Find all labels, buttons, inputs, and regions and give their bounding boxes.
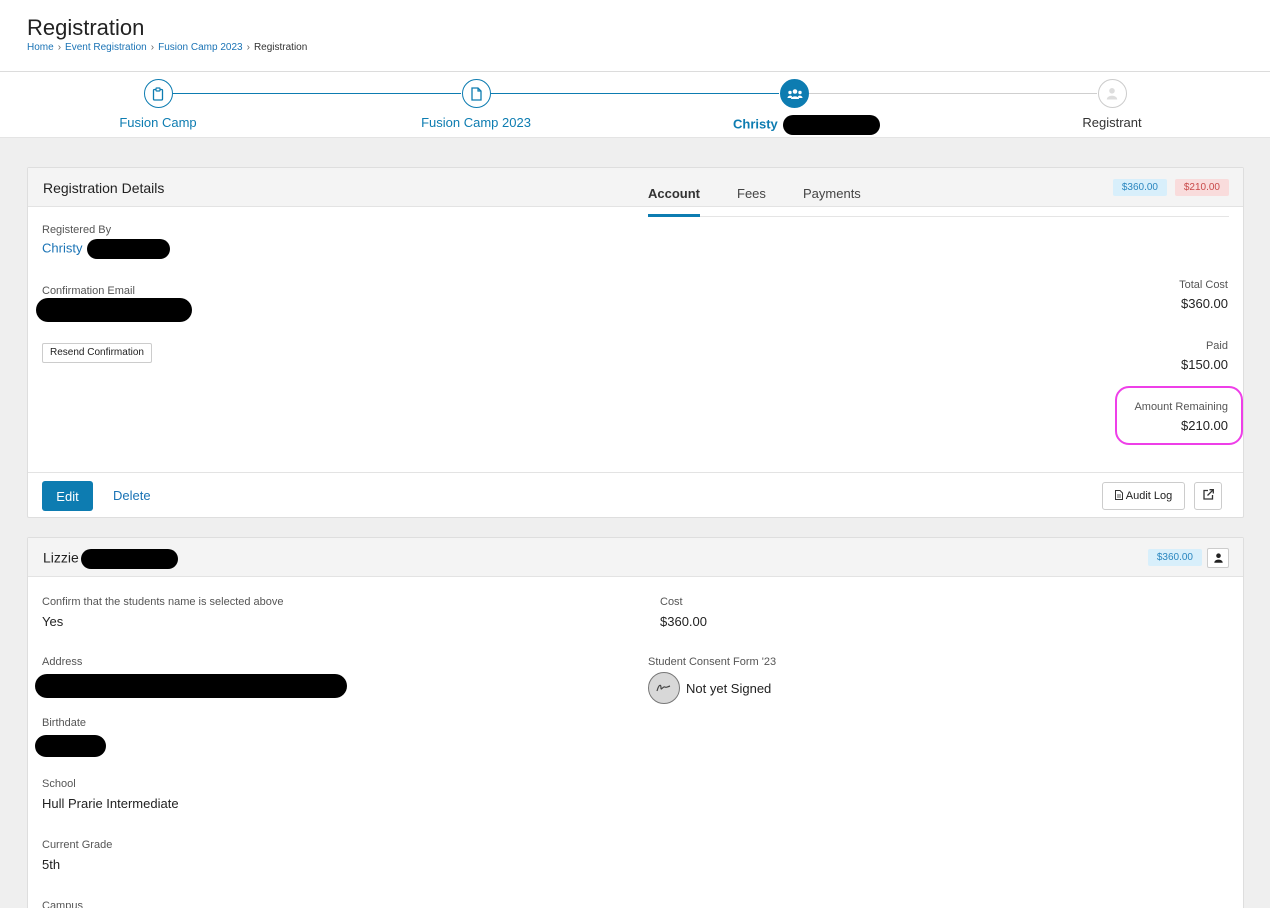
breadcrumb: Home › Event Registration › Fusion Camp … xyxy=(27,42,307,53)
breadcrumb-chevron-icon: › xyxy=(246,42,250,53)
breadcrumb-event-registration[interactable]: Event Registration xyxy=(65,42,147,53)
grade-value: 5th xyxy=(42,857,61,872)
step-label-text: Christy xyxy=(733,116,778,132)
tab-payments[interactable]: Payments xyxy=(803,186,861,217)
cost-badge: $360.00 xyxy=(1147,549,1202,566)
cost-value: $360.00 xyxy=(660,614,707,629)
breadcrumb-chevron-icon: › xyxy=(57,42,62,53)
step-fusion-camp[interactable]: Fusion Camp xyxy=(68,79,248,130)
page-title: Registration xyxy=(27,15,145,40)
audit-log-button[interactable]: Audit Log xyxy=(1102,482,1185,510)
panel-footer: Edit Delete Audit Log xyxy=(28,472,1243,518)
person-button[interactable] xyxy=(1207,548,1229,568)
school-label: School xyxy=(42,778,76,790)
step-christy[interactable]: Christy xyxy=(704,79,904,135)
registrant-first-name: Lizzie xyxy=(43,549,79,566)
group-icon xyxy=(780,79,809,108)
resend-confirmation-button[interactable]: Resend Confirmation xyxy=(42,343,152,363)
redacted-name xyxy=(783,115,881,135)
clipboard-icon xyxy=(143,79,173,108)
breadcrumb-current: Registration xyxy=(253,42,308,53)
paid-value: $150.00 xyxy=(1181,357,1228,372)
registered-by-label: Registered By xyxy=(42,224,112,236)
step-fusion-camp-2023[interactable]: Fusion Camp 2023 xyxy=(386,79,566,130)
confirmation-email-label: Confirmation Email xyxy=(42,285,135,297)
redacted-address xyxy=(35,674,347,698)
total-cost-label: Total Cost xyxy=(1179,279,1228,291)
external-link-button[interactable] xyxy=(1194,482,1222,510)
progress-stepper: Fusion Camp Fusion Camp 2023 Christy Reg… xyxy=(0,72,1270,138)
paid-label: Paid xyxy=(1205,340,1228,352)
breadcrumb-home[interactable]: Home xyxy=(27,42,54,53)
tab-account[interactable]: Account xyxy=(648,186,700,217)
edit-button[interactable]: Edit xyxy=(42,481,93,511)
amount-remaining-highlight xyxy=(1115,386,1243,445)
details-tabs: Account Fees Payments xyxy=(648,183,1229,217)
person-icon xyxy=(1097,79,1127,108)
redacted-name xyxy=(87,239,171,259)
registration-details-panel: Registration Details $360.00 $210.00 Reg… xyxy=(27,167,1244,518)
step-registrant[interactable]: Registrant xyxy=(1022,79,1202,130)
file-icon xyxy=(1114,489,1123,503)
grade-label: Current Grade xyxy=(42,839,113,851)
step-label: Fusion Camp 2023 xyxy=(421,115,531,130)
panel-header: Lizzie $360.00 xyxy=(28,538,1243,577)
step-label: Registrant xyxy=(1082,115,1142,130)
document-icon xyxy=(461,79,491,108)
panel-title: Registration Details xyxy=(43,180,165,196)
confirm-student-value: Yes xyxy=(42,614,64,629)
registered-by-value: Christy xyxy=(42,239,171,259)
consent-form-label: Student Consent Form '23 xyxy=(648,656,777,668)
breadcrumb-fusion-camp-2023[interactable]: Fusion Camp 2023 xyxy=(158,42,243,53)
cost-label: Cost xyxy=(660,596,683,608)
breadcrumb-chevron-icon: › xyxy=(150,42,155,53)
registrant-name: Lizzie xyxy=(43,549,178,569)
total-cost-value: $360.00 xyxy=(1181,296,1228,311)
consent-form-status: Not yet Signed xyxy=(686,681,772,696)
birthdate-label: Birthdate xyxy=(42,717,87,729)
page-header: Registration Home › Event Registration ›… xyxy=(0,0,1270,72)
redacted-name xyxy=(80,549,178,569)
address-label: Address xyxy=(42,656,83,668)
campus-label: Campus xyxy=(42,900,83,908)
step-label: Christy xyxy=(704,115,904,135)
redacted-email xyxy=(36,298,192,322)
school-value: Hull Prarie Intermediate xyxy=(42,796,179,811)
person-icon xyxy=(1213,553,1223,563)
signature-icon[interactable] xyxy=(648,672,680,704)
confirm-student-label: Confirm that the students name is select… xyxy=(42,596,284,608)
delete-button[interactable]: Delete xyxy=(113,488,151,503)
registrant-panel: Lizzie $360.00 Confirm that the students… xyxy=(27,537,1244,908)
redacted-birthdate xyxy=(35,735,106,757)
step-label: Fusion Camp xyxy=(119,115,197,130)
audit-log-label: Audit Log xyxy=(1125,490,1173,502)
tab-fees[interactable]: Fees xyxy=(737,186,766,217)
external-link-icon xyxy=(1202,489,1214,503)
registered-by-link[interactable]: Christy xyxy=(42,240,82,255)
